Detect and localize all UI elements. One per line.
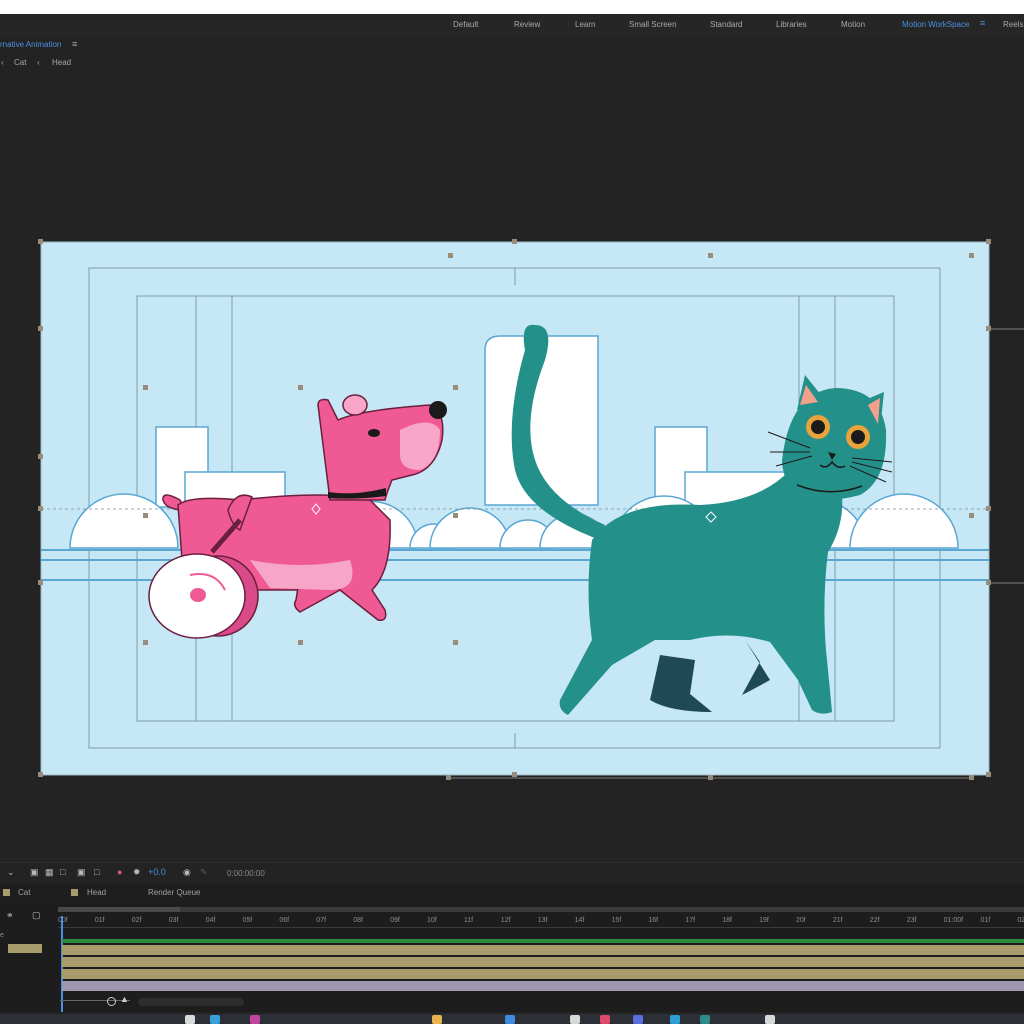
workspace-small-screen[interactable]: Small Screen [629,20,677,29]
breadcrumb-cat[interactable]: Cat [14,58,26,67]
app-icon[interactable] [633,1015,643,1024]
taskbar [0,1014,1024,1024]
ruler-tick-label: 06f [279,917,290,924]
color-channels-icon[interactable]: ● [117,867,122,877]
ruler-tick-label: 20f [796,917,806,924]
app-icon[interactable] [700,1015,710,1024]
app-icon[interactable] [250,1015,260,1024]
ruler-tick-label: 17f [685,917,696,924]
timeline-toolbar: ⌄ ▣ ▦ □ ▣ □ ● ✹ +0.0 ◉ ✎ 0:00:00:00 [0,862,1024,883]
app-icon[interactable] [670,1015,680,1024]
ruler-tick-label: 10f [427,917,437,924]
ruler-tick-label: 16f [648,917,659,924]
layer-bar[interactable] [62,969,1024,979]
tab-cat[interactable]: Cat [18,888,30,897]
ruler-tick-label: 21f [832,917,843,924]
workspace-bar: Default Review Learn Small Screen Standa… [0,14,1024,36]
ruler-tick-label: 02f [131,917,142,924]
cat-color-swatch [3,889,10,896]
top-strip [0,0,1024,14]
fast-preview-icon[interactable]: ▣ [77,867,86,878]
work-area-bar[interactable] [58,907,180,912]
ruler-tick-label: 23f [906,917,917,924]
ruler-tick-label: 01f [94,917,105,924]
workspace-standard[interactable]: Standard [710,20,742,29]
region-of-interest-icon[interactable]: ▣ [30,867,39,878]
timeline-panel[interactable]: ⚭ ▢ 00f01f02f03f04f05f06f07f08f09f10f11f… [0,902,1024,1012]
camera-snapshot-icon[interactable]: ◉ [183,867,191,878]
workspace-reels[interactable]: Reels [1003,20,1023,29]
ruler-tick-label: 05f [242,917,253,924]
workspace-learn[interactable]: Learn [575,20,595,29]
mask-visibility-icon[interactable]: □ [60,867,65,877]
ruler-tick-label: 01:00f [943,917,964,924]
app-icon[interactable] [185,1015,195,1024]
composition-viewer[interactable] [0,72,1024,862]
composition-title[interactable]: rnative Animation [0,40,61,49]
current-time[interactable]: 0:00:00:00 [227,869,265,878]
exposure-icon[interactable]: ✹ [133,867,141,878]
work-area-track[interactable] [180,907,1024,912]
ruler-tick-label: 15f [611,917,622,924]
exposure-value[interactable]: +0.0 [148,867,166,877]
ruler-tick-label: 03f [168,917,179,924]
ruler-baseline [58,927,1024,928]
layer-label-color[interactable] [8,944,42,953]
link-icon[interactable]: ⚭ [6,910,14,921]
ruler-tick-label: 12f [500,917,511,924]
app-icon[interactable] [505,1015,515,1024]
app-icon[interactable] [765,1015,775,1024]
app-icon[interactable] [600,1015,610,1024]
ruler-tick-label: 08f [353,917,363,924]
layer-label-cut: e [0,932,4,939]
breadcrumb-head[interactable]: Head [52,58,71,67]
tab-render-queue[interactable]: Render Queue [148,888,200,897]
transparency-grid-icon[interactable]: ▦ [45,867,54,878]
folder-icon[interactable] [432,1015,442,1024]
chevron-left-icon: ‹ [1,58,4,67]
ruler-tick-label: 18f [722,917,732,924]
guides-icon[interactable]: □ [94,867,99,877]
ruler-tick-label: 22f [869,917,880,924]
app-icon[interactable] [570,1015,580,1024]
chevron-left-icon: ‹ [37,58,40,67]
chevron-down-icon[interactable]: ⌄ [7,867,15,878]
ruler-tick-label: 02f [1017,917,1024,924]
ruler-tick-label: 13f [537,917,548,924]
ruler-tick-label: 04f [205,917,216,924]
layer-bar[interactable] [62,981,1024,991]
timeline-scrollbar[interactable] [138,998,244,1006]
head-color-swatch [71,889,78,896]
zoom-in-icon[interactable]: ▲ [120,994,129,1004]
app-icon[interactable] [210,1015,220,1024]
motion-blur-icon[interactable]: ▢ [32,910,41,921]
show-snapshot-icon[interactable]: ✎ [200,867,208,878]
timeline-tabs: Cat Head Render Queue [0,884,1024,902]
layer-bar[interactable] [62,957,1024,967]
hamburger-menu-icon[interactable]: ≡ [72,39,77,49]
ruler-tick-label: 14f [574,917,585,924]
workspace-libraries[interactable]: Libraries [776,20,807,29]
workspace-motion-workspace[interactable]: Motion WorkSpace [902,20,969,29]
ruler-tick-label: 19f [759,917,769,924]
layer-bar-green[interactable] [62,939,1024,943]
hamburger-menu-icon[interactable]: ≡ [980,18,985,28]
workspace-motion[interactable]: Motion [841,20,865,29]
ruler-tick-label: 01f [980,917,991,924]
zoom-slider-handle[interactable] [107,997,116,1006]
tab-head[interactable]: Head [87,888,106,897]
ruler-tick-label: 07f [316,917,327,924]
workspace-review[interactable]: Review [514,20,540,29]
ruler-tick-label: 09f [390,917,400,924]
ruler-tick-label: 11f [463,917,474,924]
workspace-default[interactable]: Default [453,20,478,29]
layer-bar[interactable] [62,945,1024,955]
composition-canvas[interactable] [0,72,1024,862]
